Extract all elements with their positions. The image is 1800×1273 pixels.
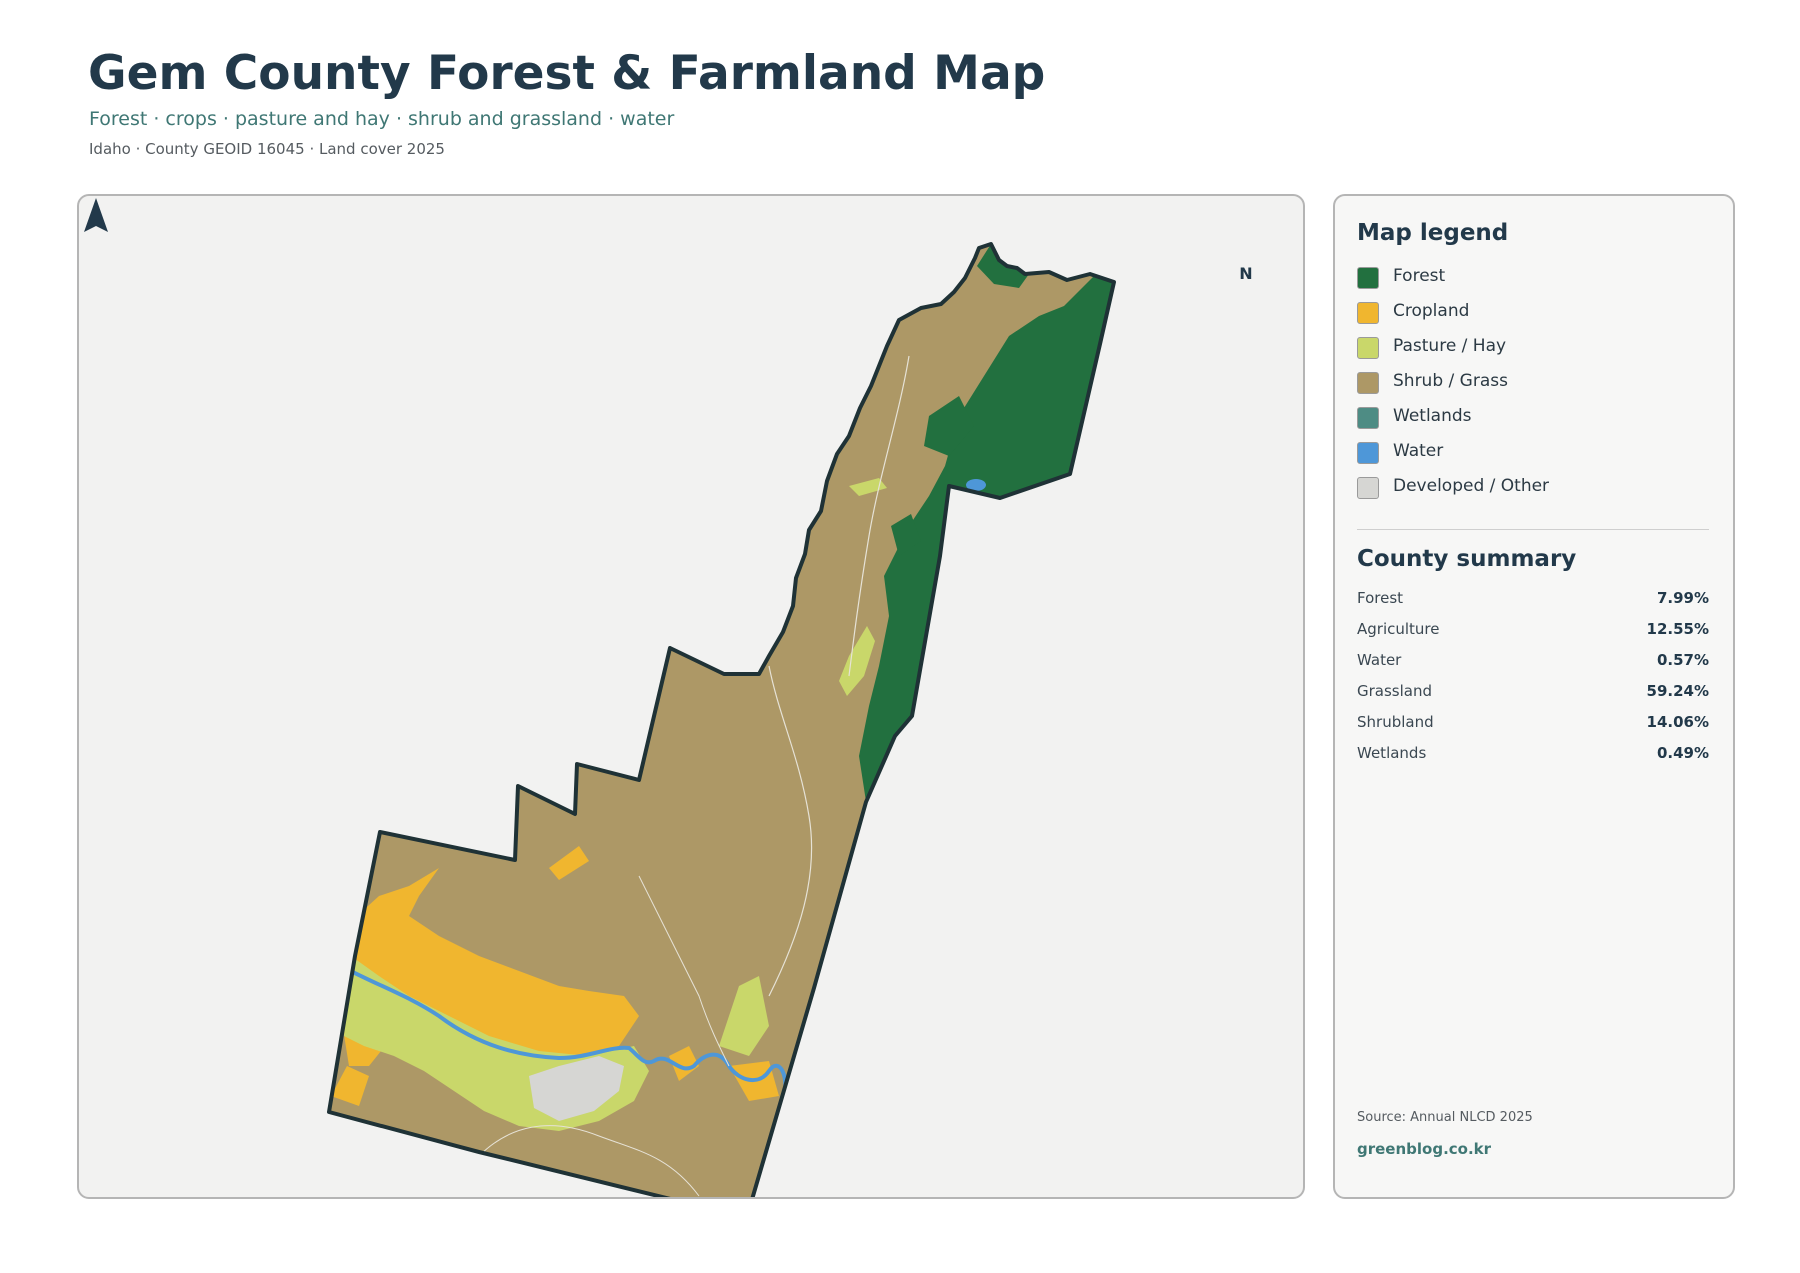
summary-row-agriculture: Agriculture 12.55% xyxy=(1357,620,1709,642)
legend-heading: Map legend xyxy=(1357,220,1509,246)
legend-label: Wetlands xyxy=(1393,406,1472,426)
legend-swatch xyxy=(1357,442,1379,464)
legend-item-shrub-grass: Shrub / Grass xyxy=(1357,370,1707,396)
legend-swatch xyxy=(1357,372,1379,394)
legend-label: Forest xyxy=(1393,266,1446,286)
legend-item-pasture: Pasture / Hay xyxy=(1357,335,1707,361)
summary-label: Wetlands xyxy=(1357,744,1427,762)
page-title: Gem County Forest & Farmland Map xyxy=(88,46,1046,101)
summary-value: 14.06% xyxy=(1646,713,1709,731)
summary-label: Grassland xyxy=(1357,682,1432,700)
legend-swatch xyxy=(1357,407,1379,429)
summary-value: 12.55% xyxy=(1646,620,1709,638)
summary-label: Water xyxy=(1357,651,1402,669)
legend-item-developed: Developed / Other xyxy=(1357,475,1707,501)
page-subtitle: Forest · crops · pasture and hay · shrub… xyxy=(89,108,675,130)
county-map[interactable] xyxy=(79,196,1303,1197)
summary-row-wetlands: Wetlands 0.49% xyxy=(1357,744,1709,766)
summary-value: 7.99% xyxy=(1656,589,1709,607)
page-meta: Idaho · County GEOID 16045 · Land cover … xyxy=(89,140,445,158)
legend-label: Cropland xyxy=(1393,301,1470,321)
legend-item-cropland: Cropland xyxy=(1357,300,1707,326)
legend-label: Pasture / Hay xyxy=(1393,336,1507,356)
county-land-cover xyxy=(327,242,1116,1197)
legend-swatch xyxy=(1357,337,1379,359)
north-arrow-icon xyxy=(84,198,108,232)
legend-item-forest: Forest xyxy=(1357,265,1707,291)
summary-heading: County summary xyxy=(1357,546,1577,572)
legend-swatch xyxy=(1357,267,1379,289)
legend-swatch xyxy=(1357,477,1379,499)
summary-value: 59.24% xyxy=(1646,682,1709,700)
summary-row-shrubland: Shrubland 14.06% xyxy=(1357,713,1709,735)
summary-row-grassland: Grassland 59.24% xyxy=(1357,682,1709,704)
side-panel: Map legend Forest Cropland Pasture / Hay… xyxy=(1333,194,1735,1199)
summary-label: Agriculture xyxy=(1357,620,1440,638)
legend-item-wetlands: Wetlands xyxy=(1357,405,1707,431)
data-source: Source: Annual NLCD 2025 xyxy=(1357,1110,1533,1125)
map-panel[interactable]: N xyxy=(77,194,1305,1199)
summary-label: Forest xyxy=(1357,589,1404,607)
legend-item-water: Water xyxy=(1357,440,1707,466)
north-label: N xyxy=(1239,264,1253,283)
site-link[interactable]: greenblog.co.kr xyxy=(1357,1140,1491,1158)
legend-label: Water xyxy=(1393,441,1444,461)
summary-label: Shrubland xyxy=(1357,713,1434,731)
summary-row-water: Water 0.57% xyxy=(1357,651,1709,673)
legend-label: Developed / Other xyxy=(1393,476,1550,496)
legend-swatch xyxy=(1357,302,1379,324)
summary-row-forest: Forest 7.99% xyxy=(1357,589,1709,611)
panel-divider xyxy=(1357,529,1709,530)
summary-value: 0.49% xyxy=(1656,744,1709,762)
legend-label: Shrub / Grass xyxy=(1393,371,1508,391)
summary-value: 0.57% xyxy=(1656,651,1709,669)
